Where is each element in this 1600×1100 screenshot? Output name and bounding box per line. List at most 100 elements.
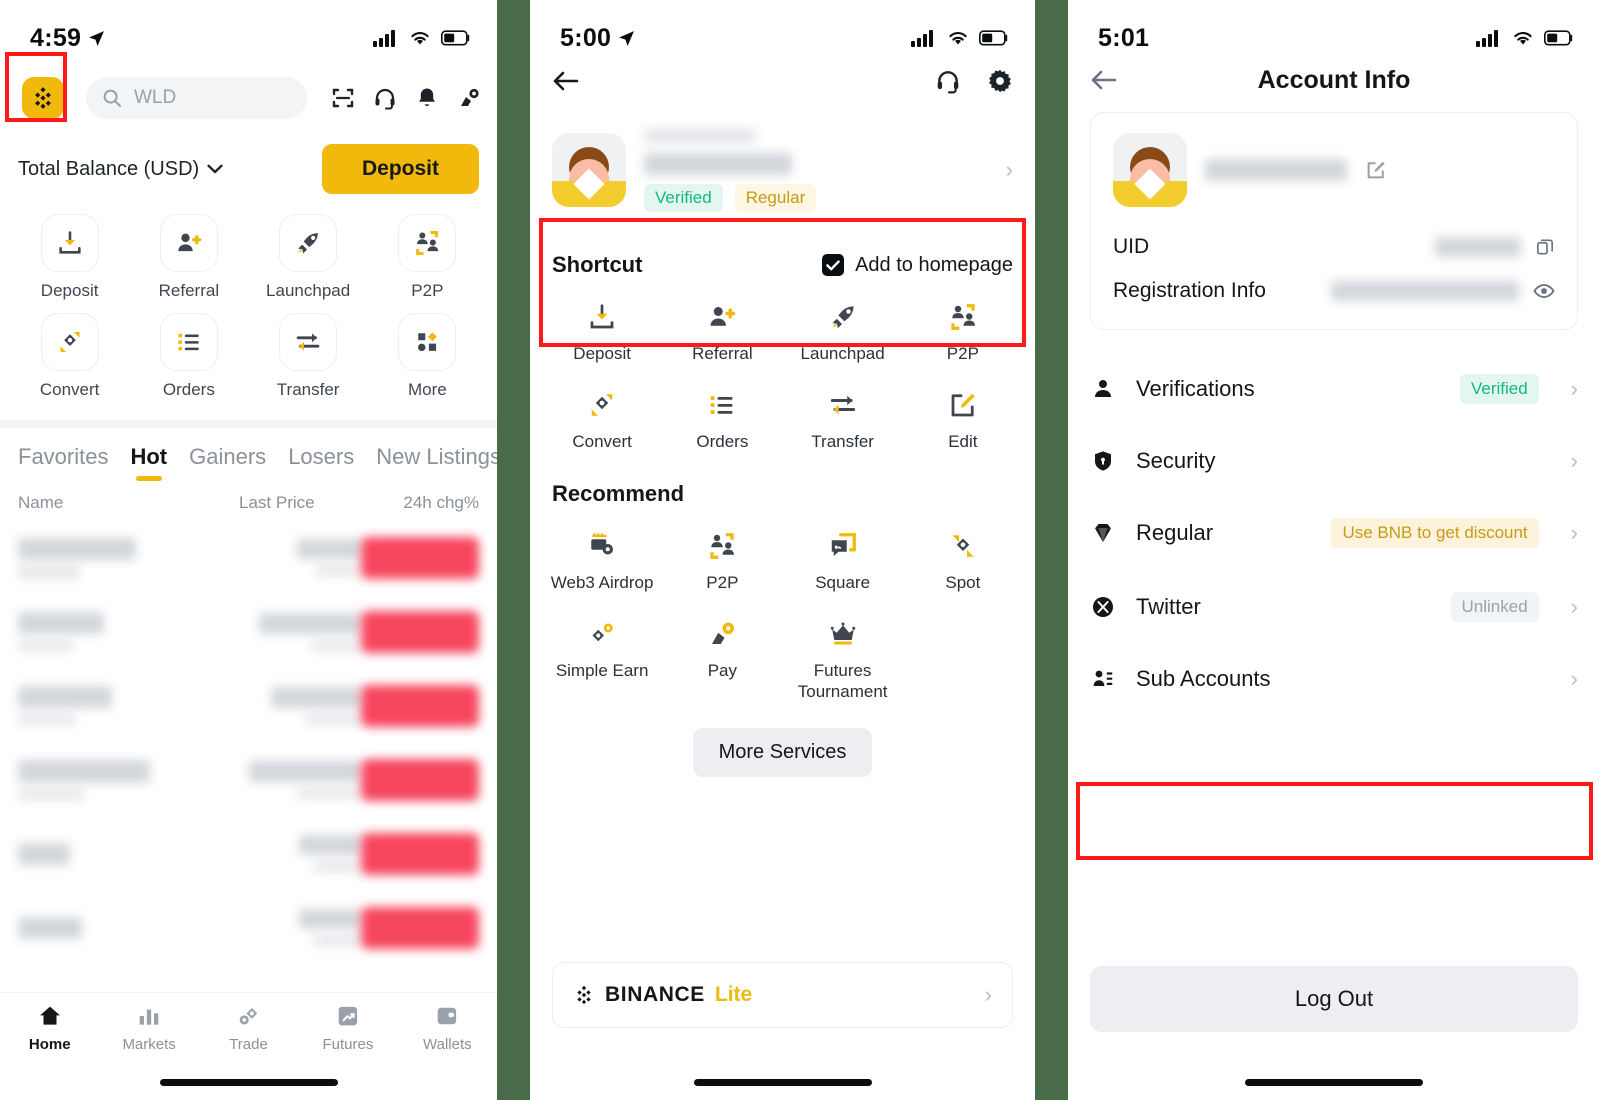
- profile-name-redacted: [644, 128, 756, 144]
- shortcut-convert[interactable]: Convert: [542, 390, 662, 452]
- quick-action-label: Transfer: [276, 380, 340, 399]
- shortcut-launchpad[interactable]: Launchpad: [783, 302, 903, 364]
- shield-lock-icon: [1090, 449, 1116, 473]
- table-row[interactable]: [0, 595, 497, 669]
- deposit-button[interactable]: Deposit: [321, 144, 479, 194]
- home-header: WLD: [0, 52, 497, 134]
- shortcut-p2p[interactable]: P2P: [903, 302, 1023, 364]
- quick-action-more[interactable]: More: [368, 313, 487, 400]
- menu-row-verifications[interactable]: Verifications Verified ›: [1068, 352, 1600, 426]
- table-row[interactable]: [0, 817, 497, 891]
- quick-action-launchpad[interactable]: Launchpad: [249, 214, 368, 301]
- more-icon: [398, 313, 457, 371]
- shortcut-orders[interactable]: Orders: [662, 390, 782, 452]
- eye-icon[interactable]: [1533, 281, 1555, 301]
- referral-icon: [710, 307, 736, 326]
- account-identity-card: UID Registration Info: [1090, 112, 1578, 330]
- pay-icon[interactable]: [457, 86, 481, 110]
- table-row[interactable]: [0, 891, 497, 965]
- add-to-homepage-toggle[interactable]: Add to homepage: [822, 254, 1013, 277]
- edit-pencil-icon[interactable]: [1365, 159, 1387, 181]
- menu-row-regular[interactable]: Regular Use BNB to get discount ›: [1068, 496, 1600, 570]
- account-row-uid[interactable]: UID: [1113, 225, 1555, 269]
- account-row-registration[interactable]: Registration Info: [1113, 269, 1555, 313]
- nav-futures[interactable]: Futures: [298, 1003, 397, 1053]
- quick-action-convert[interactable]: Convert: [10, 313, 129, 400]
- back-arrow-icon[interactable]: [552, 69, 580, 93]
- quick-action-deposit[interactable]: Deposit: [10, 214, 129, 301]
- recommend-p2p[interactable]: P2P: [662, 531, 782, 593]
- quick-action-transfer[interactable]: Transfer: [249, 313, 368, 400]
- recommend-label: Spot: [945, 572, 981, 592]
- table-row[interactable]: [0, 521, 497, 595]
- avatar: [1113, 133, 1187, 207]
- quick-action-label: Referral: [158, 281, 220, 300]
- balance-selector[interactable]: Total Balance (USD): [18, 158, 223, 181]
- log-out-button[interactable]: Log Out: [1090, 966, 1578, 1032]
- quick-action-p2p[interactable]: P2P: [368, 214, 487, 301]
- profile-card[interactable]: Verified Regular ›: [530, 110, 1035, 347]
- panel-separator-2: [1035, 0, 1068, 1100]
- chevron-down-icon: [207, 164, 223, 174]
- table-row[interactable]: [0, 743, 497, 817]
- table-row[interactable]: [0, 669, 497, 743]
- account-key: UID: [1113, 235, 1150, 258]
- status-bar-profile: 5:00: [530, 0, 1035, 62]
- nav-trade[interactable]: Trade: [199, 1003, 298, 1053]
- shortcut-transfer[interactable]: Transfer: [783, 390, 903, 452]
- back-arrow-icon[interactable]: [1090, 68, 1118, 92]
- status-time: 5:01: [1098, 24, 1149, 53]
- chevron-right-icon: ›: [1570, 666, 1578, 691]
- tab-losers[interactable]: Losers: [288, 444, 354, 481]
- nav-wallets[interactable]: Wallets: [398, 1003, 497, 1053]
- profile-nav-actions: [935, 68, 1013, 94]
- account-menu-list: Verifications Verified › Security › Regu…: [1068, 352, 1600, 860]
- tab-favorites[interactable]: Favorites: [18, 444, 108, 481]
- menu-row-twitter[interactable]: Twitter Unlinked ›: [1068, 570, 1600, 644]
- recommend-section-header: Recommend: [530, 453, 1035, 515]
- nav-label: Wallets: [423, 1036, 472, 1053]
- quick-action-referral[interactable]: Referral: [129, 214, 248, 301]
- tab-new-listings[interactable]: New Listings: [376, 444, 497, 481]
- recommend-label: P2P: [706, 572, 739, 592]
- badge-regular: Regular: [734, 184, 817, 212]
- three-panel-screenshot: 4:59 WLD Total Balance (USD) Deposit Dep…: [0, 0, 1600, 1100]
- location-arrow-icon: [89, 30, 105, 46]
- menu-row-sub-accounts[interactable]: Sub Accounts ›: [1068, 644, 1600, 714]
- shortcut-edit[interactable]: Edit: [903, 390, 1023, 452]
- recommend-simple-earn[interactable]: Simple Earn: [542, 619, 662, 703]
- nav-markets[interactable]: Markets: [99, 1003, 198, 1053]
- recommend-futures-tournament[interactable]: Futures Tournament: [783, 619, 903, 703]
- headset-icon[interactable]: [373, 86, 397, 110]
- recommend-web3-airdrop[interactable]: Web3 Airdrop: [542, 531, 662, 593]
- menu-label: Security: [1136, 448, 1216, 473]
- binance-logo-button[interactable]: [16, 71, 70, 125]
- home-icon: [39, 1006, 60, 1025]
- headset-icon[interactable]: [935, 68, 961, 94]
- deposit-icon: [40, 214, 99, 272]
- transfer-icon: [279, 313, 338, 371]
- copy-icon[interactable]: [1535, 237, 1555, 257]
- tab-gainers[interactable]: Gainers: [189, 444, 266, 481]
- quick-action-label: Deposit: [40, 281, 99, 300]
- more-services-button[interactable]: More Services: [692, 728, 873, 778]
- shortcut-deposit[interactable]: Deposit: [542, 302, 662, 364]
- menu-row-security[interactable]: Security ›: [1068, 426, 1600, 496]
- gear-icon[interactable]: [987, 68, 1013, 94]
- recommend-spot[interactable]: Spot: [903, 531, 1023, 593]
- shortcut-referral[interactable]: Referral: [662, 302, 782, 364]
- binance-lite-banner[interactable]: BINANCE Lite ›: [552, 962, 1013, 1028]
- scan-icon[interactable]: [331, 86, 355, 110]
- quick-action-orders[interactable]: Orders: [129, 313, 248, 400]
- recommend-pay[interactable]: Pay: [662, 619, 782, 703]
- shortcut-label: Deposit: [573, 344, 631, 363]
- gem-icon: [1090, 521, 1116, 545]
- nav-home[interactable]: Home: [0, 1003, 99, 1053]
- web3-airdrop-icon: [591, 532, 614, 554]
- search-input[interactable]: WLD: [86, 77, 307, 119]
- tab-hot[interactable]: Hot: [130, 444, 167, 481]
- bell-icon[interactable]: [415, 86, 439, 110]
- shortcut-label: Orders: [696, 432, 749, 452]
- recommend-square[interactable]: Square: [783, 531, 903, 593]
- quick-action-label: Launchpad: [266, 281, 351, 300]
